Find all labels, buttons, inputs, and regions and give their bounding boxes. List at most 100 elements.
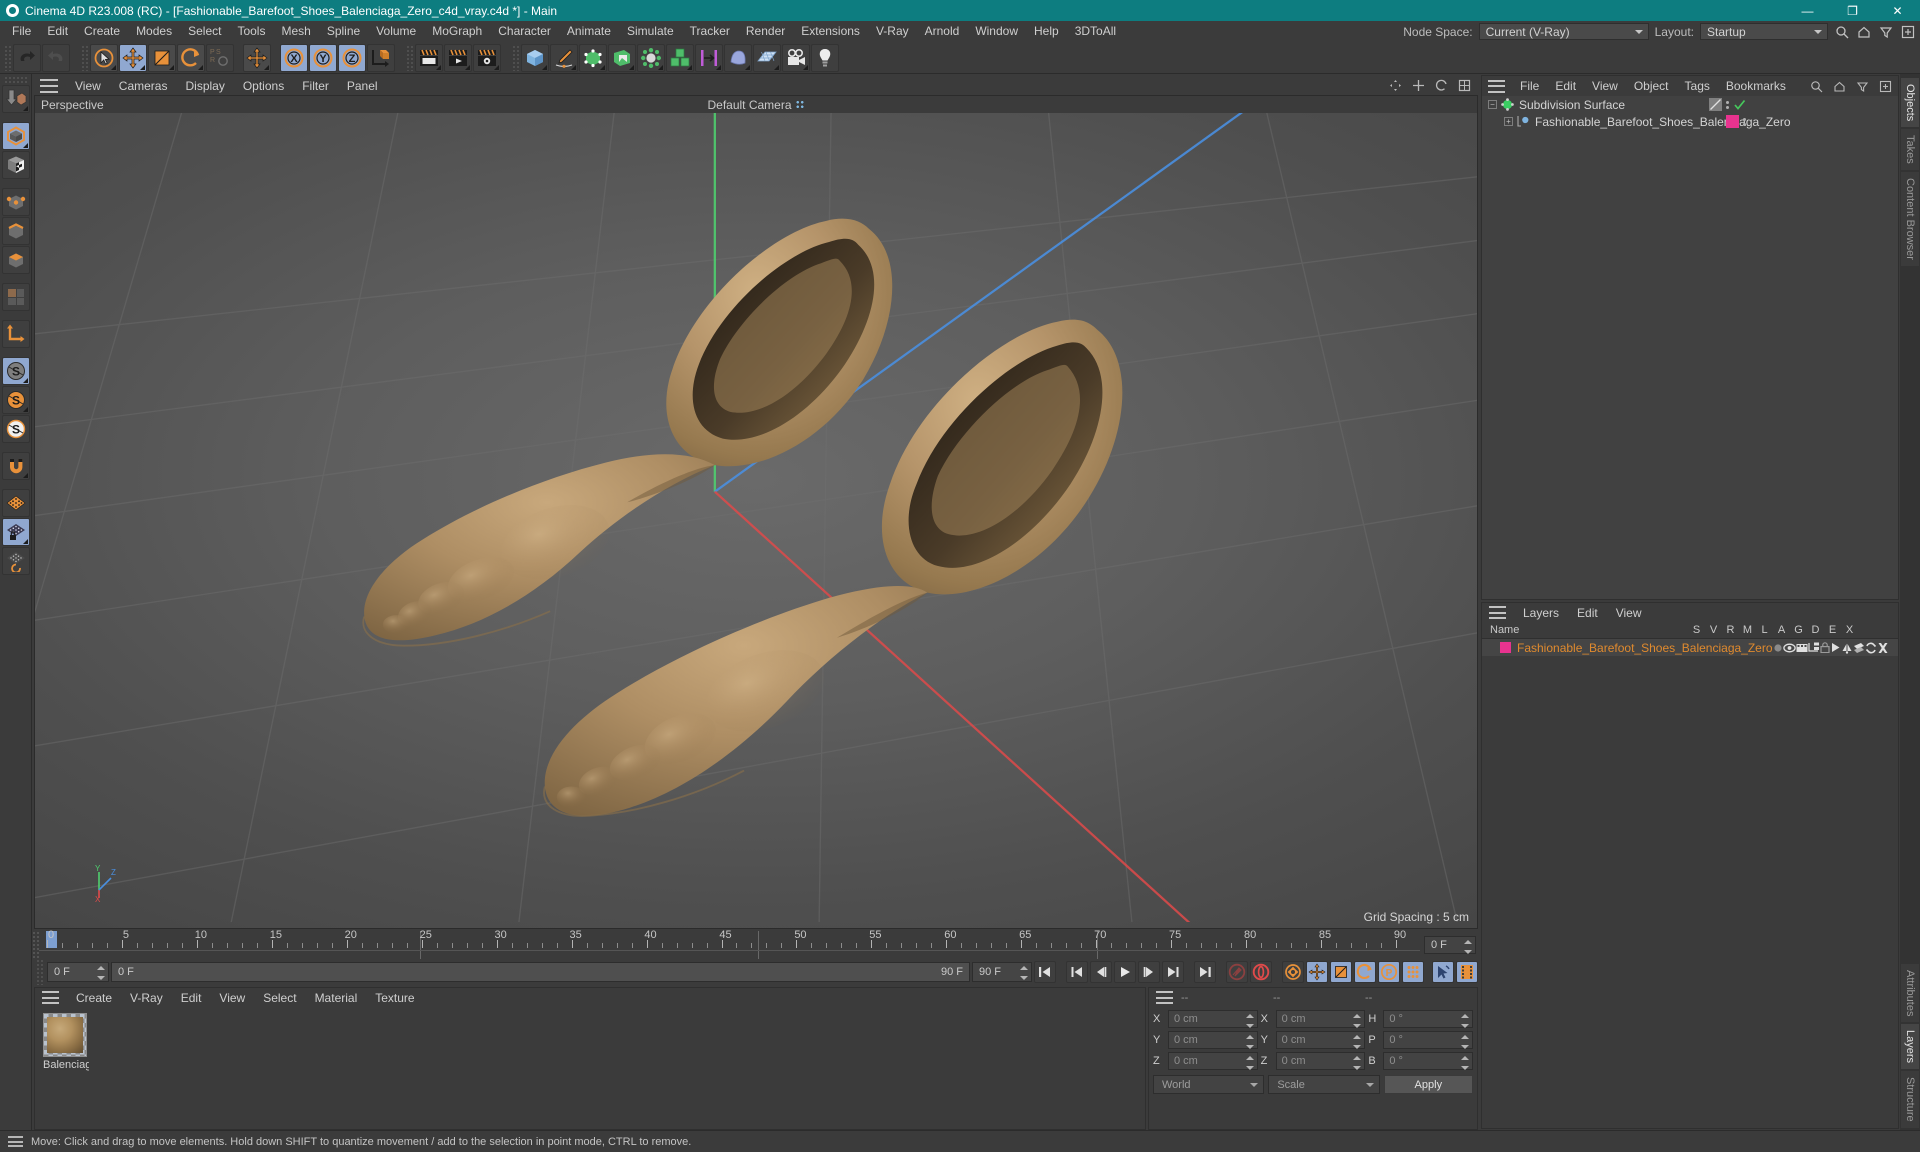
menu-item-create[interactable]: Create (76, 21, 128, 42)
material-menu-create[interactable]: Create (67, 991, 121, 1005)
viewport-menu-options[interactable]: Options (234, 79, 293, 93)
material-swatch-area[interactable]: Balenciaga (35, 1007, 1145, 1129)
menu-item-simulate[interactable]: Simulate (619, 21, 682, 42)
scene-nodes-button[interactable] (753, 43, 781, 72)
layer-lock-icon[interactable] (1819, 642, 1830, 653)
key-position-button[interactable] (1306, 961, 1328, 983)
maximize-button[interactable]: ❐ (1830, 0, 1875, 21)
record-button[interactable] (1250, 961, 1272, 983)
viewport-menu-filter[interactable]: Filter (293, 79, 338, 93)
render-region-button[interactable] (444, 43, 472, 72)
undo-button[interactable] (13, 43, 41, 72)
end-frame-spinner[interactable] (1020, 966, 1028, 980)
object-row-subdivision-surface[interactable]: − Subdivision Surface (1482, 96, 1898, 113)
keyframe-selection-button[interactable] (1282, 961, 1304, 983)
material-menu-texture[interactable]: Texture (366, 991, 423, 1005)
layer-row[interactable]: Fashionable_Barefoot_Shoes_Balenciaga_Ze… (1482, 639, 1898, 656)
toolbar-grip-3[interactable] (406, 44, 413, 71)
viewport-menu-cameras[interactable]: Cameras (110, 79, 177, 93)
redo-button[interactable] (42, 43, 70, 72)
make-editable-button[interactable] (1, 85, 30, 113)
coord-size-z-spinner[interactable] (1353, 1056, 1362, 1070)
vtab-attributes[interactable]: Attributes (1901, 963, 1919, 1023)
camera-button[interactable] (782, 43, 810, 72)
coord-pos-y-spinner[interactable] (1245, 1035, 1254, 1049)
layers-column-v[interactable]: V (1705, 624, 1722, 636)
step-forward-button[interactable] (1138, 961, 1160, 983)
viewport-maximize-icon[interactable] (1456, 78, 1472, 94)
coordinate-mode-select[interactable]: Scale (1268, 1075, 1380, 1094)
texture-mode-button[interactable] (1, 151, 30, 179)
magnet-tool-button[interactable] (1, 452, 30, 480)
material-menu-edit[interactable]: Edit (172, 991, 211, 1005)
layer-render-icon[interactable] (1796, 643, 1808, 653)
spline-pen-button[interactable] (550, 43, 578, 72)
menu-item-vray[interactable]: V-Ray (868, 21, 917, 42)
workplane-button[interactable] (1, 489, 30, 517)
transport-grip[interactable] (36, 959, 43, 985)
end-frame-field[interactable]: 90 F (972, 962, 1032, 982)
layout-select[interactable]: Startup (1700, 23, 1828, 40)
layers-column-g[interactable]: G (1790, 624, 1807, 636)
coord-pos-y-field[interactable]: 0 cm (1168, 1031, 1258, 1049)
menu-item-window[interactable]: Window (967, 21, 1026, 42)
model-mode-button[interactable] (1, 122, 30, 150)
timeline-ruler[interactable]: 0 5 10 15 20 25 30 35 40 45 50 55 60 65 70 75 80 85 90 0 F (32, 929, 1480, 959)
vtab-takes[interactable]: Takes (1901, 129, 1919, 171)
start-frame-field[interactable]: 0 F (47, 962, 109, 982)
viewport-menu-display[interactable]: Display (176, 79, 233, 93)
layers-column-r[interactable]: R (1722, 624, 1739, 636)
coord-pos-x-field[interactable]: 0 cm (1168, 1010, 1258, 1028)
material-thumbnail[interactable] (43, 1013, 87, 1057)
previous-keyframe-button[interactable] (1066, 961, 1088, 983)
coord-rot-b-spinner[interactable] (1461, 1056, 1470, 1070)
sound-button[interactable] (1432, 961, 1454, 983)
display-tag-icon[interactable] (1709, 98, 1722, 111)
layer-deformer-icon[interactable] (1853, 642, 1865, 654)
menu-item-spline[interactable]: Spline (319, 21, 368, 42)
z-axis-lock-button[interactable]: Z (338, 43, 366, 72)
viewport-hamburger-icon[interactable] (40, 78, 58, 93)
world-object-axis-button[interactable] (243, 43, 271, 72)
coord-rot-h-spinner[interactable] (1461, 1014, 1470, 1028)
objects-tree[interactable]: − Subdivision Surface + Fashionable_Bare… (1482, 96, 1898, 599)
timeline-current-frame-spinner[interactable] (1464, 940, 1472, 954)
layer-solo-icon[interactable] (1773, 643, 1783, 653)
menu-item-mesh[interactable]: Mesh (273, 21, 318, 42)
layers-menu-layers[interactable]: Layers (1514, 606, 1568, 620)
viewport-pan-icon[interactable] (1387, 78, 1403, 94)
preview-range-bar[interactable]: 0 F 90 F (111, 962, 970, 982)
menu-item-select[interactable]: Select (180, 21, 229, 42)
layer-xpresso-icon[interactable] (1877, 642, 1889, 654)
coord-rot-p-field[interactable]: 0 ° (1383, 1031, 1474, 1049)
status-hamburger-icon[interactable] (8, 1136, 23, 1147)
menu-item-tools[interactable]: Tools (229, 21, 273, 42)
move-tool-button[interactable] (119, 43, 147, 72)
menu-item-tracker[interactable]: Tracker (682, 21, 738, 42)
viewport-menu-panel[interactable]: Panel (338, 79, 387, 93)
cloner-button[interactable] (666, 43, 694, 72)
coord-pos-z-spinner[interactable] (1245, 1056, 1254, 1070)
object-enabled-check-icon[interactable] (1733, 98, 1746, 111)
key-pla-button[interactable] (1402, 961, 1424, 983)
menu-item-file[interactable]: File (4, 21, 39, 42)
menu-item-animate[interactable]: Animate (559, 21, 619, 42)
viewport-menu-view[interactable]: View (66, 79, 110, 93)
psr-tool-button[interactable]: PSR (206, 43, 234, 72)
objects-menu-object[interactable]: Object (1626, 79, 1677, 93)
menu-item-modes[interactable]: Modes (128, 21, 180, 42)
search-icon[interactable] (1834, 24, 1850, 40)
material-menu-view[interactable]: View (210, 991, 254, 1005)
coord-size-z-field[interactable]: 0 cm (1275, 1052, 1366, 1070)
render-settings-button[interactable] (473, 43, 501, 72)
axis-mode-button[interactable] (1, 320, 30, 348)
render-view-button[interactable] (415, 43, 443, 72)
objects-menu-bookmarks[interactable]: Bookmarks (1718, 79, 1794, 93)
object-row-mesh[interactable]: + Fashionable_Barefoot_Shoes_Balenciaga_… (1482, 113, 1898, 130)
primitive-cube-button[interactable] (521, 43, 549, 72)
coordinates-hamburger-icon[interactable] (1156, 991, 1173, 1004)
menu-item-render[interactable]: Render (738, 21, 793, 42)
layers-menu-view[interactable]: View (1607, 606, 1651, 620)
coord-size-y-spinner[interactable] (1353, 1035, 1362, 1049)
workplane-lock-button[interactable] (1, 518, 30, 546)
